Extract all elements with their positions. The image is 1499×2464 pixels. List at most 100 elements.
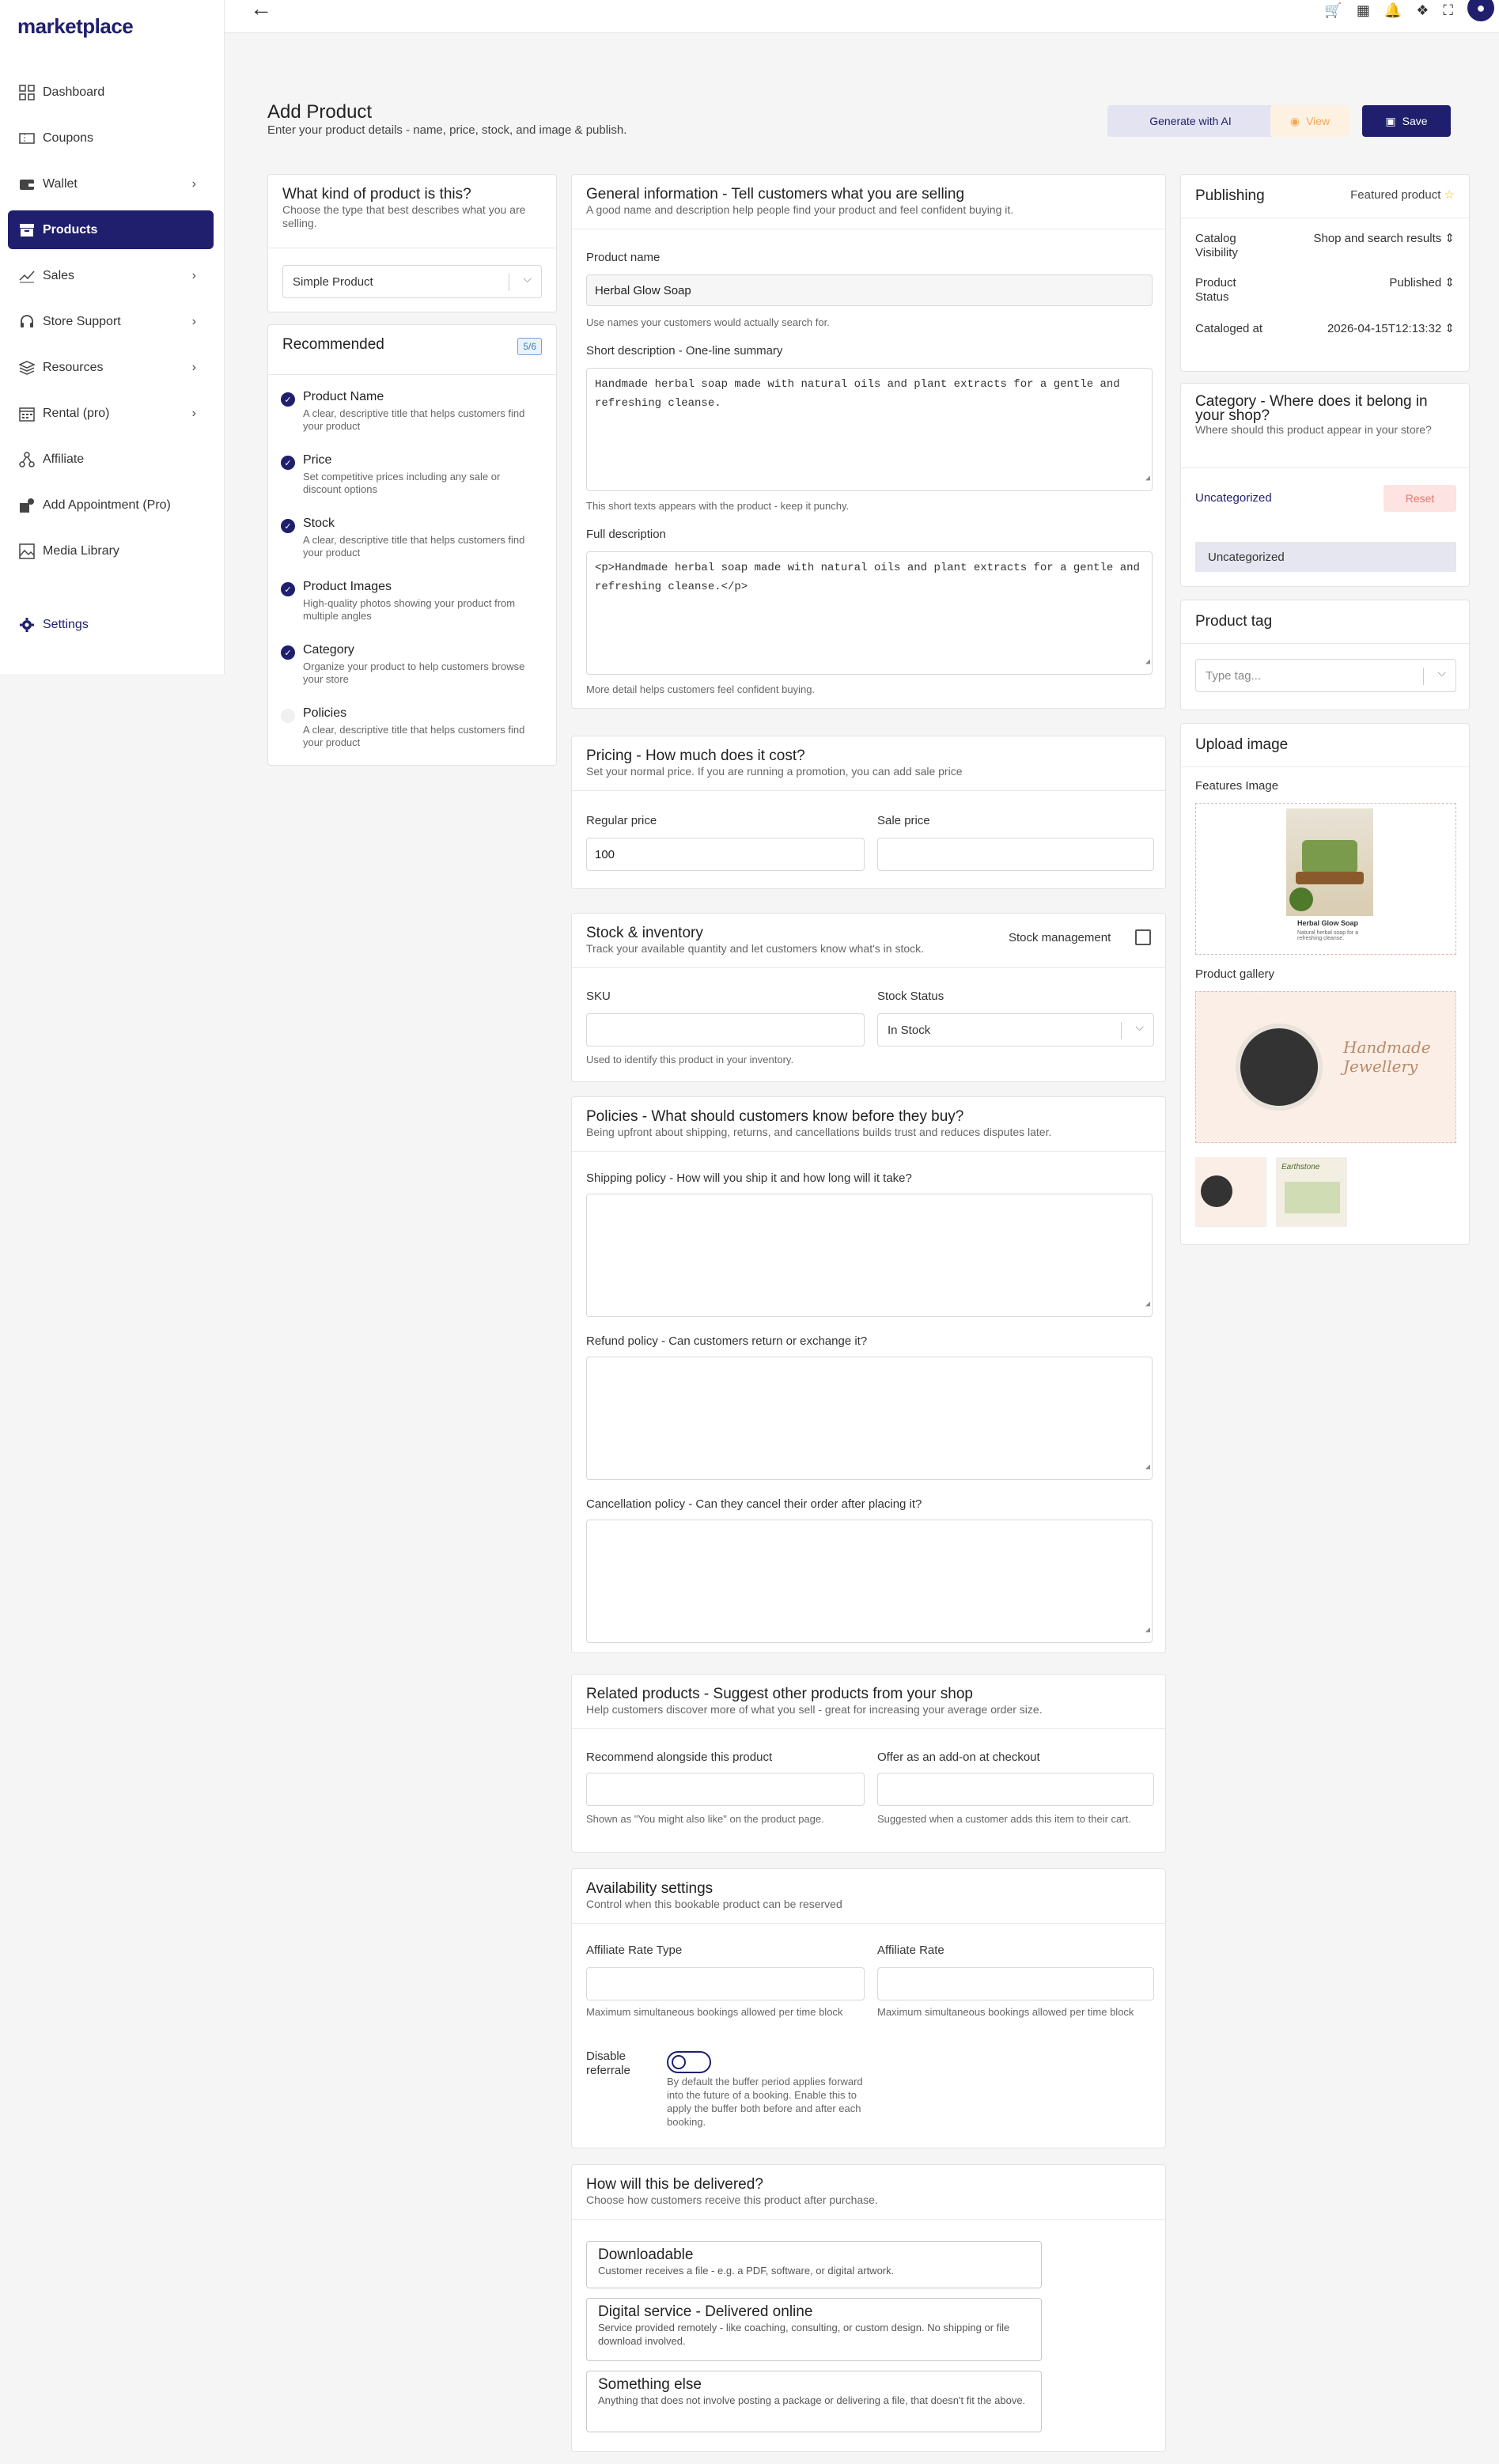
sidebar-item-affiliate[interactable]: Affiliate — [8, 440, 214, 479]
view-button[interactable]: ◉ View — [1270, 105, 1349, 137]
related-title: Related products - Suggest other product… — [586, 1686, 973, 1702]
delivery-option-digital-service[interactable]: Digital service - Delivered online Servic… — [586, 2298, 1042, 2361]
sku-label: SKU — [586, 990, 611, 1003]
check-circle-icon: ✓ — [281, 392, 295, 407]
calendar-icon — [17, 405, 36, 422]
sidebar-item-wallet[interactable]: Wallet › — [8, 165, 214, 203]
reset-button[interactable]: Reset — [1384, 485, 1456, 512]
sale-price-label: Sale price — [877, 814, 930, 827]
chevron-down-icon: ⌵ — [1437, 666, 1446, 679]
referral-toggle[interactable] — [667, 2051, 711, 2073]
cataloged-at-label: Cataloged at — [1195, 322, 1263, 335]
cancellation-policy-label: Cancellation policy - Can they cancel th… — [586, 1497, 922, 1511]
product-tag-title: Product tag — [1195, 613, 1273, 630]
delivery-option-downloadable[interactable]: Downloadable Customer receives a file - e… — [586, 2241, 1042, 2288]
recommend-label: Recommend alongside this product — [586, 1751, 773, 1764]
sidebar-item-label: Media Library — [43, 543, 119, 558]
eye-icon: ◉ — [1289, 114, 1300, 127]
star-icon: ☆ — [1444, 188, 1455, 202]
gallery-text: Handmade Jewellery — [1343, 1038, 1431, 1076]
checklist-title: Category — [303, 643, 354, 657]
short-description-textarea[interactable]: Handmade herbal soap made with natural o… — [586, 368, 1153, 491]
sidebar-item-dashboard[interactable]: Dashboard — [8, 73, 214, 112]
save-button[interactable]: ▣ Save — [1362, 105, 1451, 137]
checklist-title: Product Images — [303, 580, 392, 593]
resize-handle-icon[interactable]: ◢ — [1145, 1622, 1150, 1641]
stock-status-select[interactable]: In Stock ⌵ — [877, 1013, 1154, 1047]
sale-price-input[interactable] — [877, 838, 1154, 871]
checklist-desc: A clear, descriptive title that helps cu… — [303, 724, 525, 748]
app-logo[interactable]: marketplace — [17, 14, 134, 39]
resize-handle-icon[interactable]: ◢ — [1145, 470, 1150, 489]
stock-management-checkbox[interactable] — [1135, 929, 1151, 945]
regular-price-label: Regular price — [586, 814, 657, 827]
sku-input[interactable] — [586, 1013, 865, 1047]
sidebar-item-label: Store Support — [43, 314, 121, 328]
product-type-card: What kind of product is this? Choose the… — [267, 174, 557, 312]
product-status-value: Published ⇕ — [1389, 276, 1455, 290]
cataloged-at-row[interactable]: Cataloged at 2026-04-15T12:13:32 ⇕ — [1195, 322, 1455, 354]
stock-card: Stock & inventory Track your available q… — [571, 913, 1166, 1082]
avatar[interactable]: ● — [1467, 0, 1494, 21]
referral-hint: By default the buffer period applies for… — [667, 2076, 863, 2128]
shipping-policy-textarea[interactable]: ◢ — [586, 1194, 1153, 1317]
sidebar-item-rental[interactable]: Rental (pro) › — [8, 394, 214, 433]
gallery-thumbnail-2[interactable]: Earthstone — [1276, 1157, 1347, 1227]
delivery-option-something-else[interactable]: Something else Anything that does not inv… — [586, 2371, 1042, 2432]
sidebar-item-media-library[interactable]: Media Library — [8, 532, 214, 570]
cancellation-policy-textarea[interactable]: ◢ — [586, 1520, 1153, 1643]
selected-category[interactable]: Uncategorized — [1195, 542, 1456, 572]
resize-handle-icon[interactable]: ◢ — [1145, 653, 1150, 672]
delivery-card: How will this be delivered? Choose how c… — [571, 2164, 1166, 2452]
upload-image-card: Upload image Features Image Herbal Glow … — [1180, 723, 1470, 1245]
catalog-visibility-row[interactable]: Catalog Visibility Shop and search result… — [1195, 232, 1455, 263]
thumbnail-text: Earthstone — [1281, 1163, 1320, 1171]
resize-handle-icon[interactable]: ◢ — [1145, 1296, 1150, 1315]
recommend-input[interactable] — [586, 1773, 865, 1806]
regular-price-input[interactable]: 100 — [586, 838, 865, 871]
features-image-label: Features Image — [1195, 779, 1279, 793]
upload-image-title: Upload image — [1195, 736, 1289, 753]
tag-input[interactable]: Type tag... ⌵ — [1195, 659, 1456, 692]
sidebar-item-sales[interactable]: Sales › — [8, 256, 214, 295]
featured-product-toggle[interactable]: Featured product ☆ — [1350, 187, 1455, 202]
save-label: Save — [1402, 115, 1428, 127]
availability-desc: Control when this bookable product can b… — [586, 1898, 842, 1910]
sidebar-item-coupons[interactable]: Coupons — [8, 119, 214, 157]
rate-type-input[interactable] — [586, 1967, 865, 2000]
sidebar-item-products[interactable]: Products — [8, 210, 214, 249]
category-link[interactable]: Uncategorized — [1195, 491, 1272, 505]
top-actions: 🛒 ▦ 🔔 ❖ ⛶ ● — [1324, 0, 1494, 21]
category-title: Category - Where does it belong in your … — [1195, 393, 1428, 424]
resize-handle-icon[interactable]: ◢ — [1145, 1459, 1150, 1478]
puzzle-icon[interactable]: ❖ — [1416, 2, 1429, 19]
full-description-textarea[interactable]: <p>Handmade herbal soap made with natura… — [586, 551, 1153, 675]
generate-ai-button[interactable]: Generate with AI — [1107, 105, 1274, 137]
store-icon[interactable]: ▦ — [1357, 2, 1370, 19]
cart-icon[interactable]: 🛒 — [1324, 2, 1342, 19]
short-description-hint: This short texts appears with the produc… — [586, 500, 850, 512]
product-name-input[interactable]: Herbal Glow Soap — [586, 274, 1153, 306]
refund-policy-textarea[interactable]: ◢ — [586, 1357, 1153, 1480]
bell-icon[interactable]: 🔔 — [1384, 2, 1402, 19]
delivery-desc: Choose how customers receive this produc… — [586, 2193, 878, 2206]
refund-policy-label: Refund policy - Can customers return or … — [586, 1334, 868, 1348]
back-arrow-icon[interactable]: ← — [250, 0, 272, 20]
sidebar-item-settings[interactable]: Settings — [8, 605, 214, 644]
chevron-right-icon: › — [191, 406, 196, 420]
gallery-main-image[interactable]: Handmade Jewellery — [1195, 991, 1456, 1143]
cataloged-at-value: 2026-04-15T12:13:32 ⇕ — [1327, 322, 1455, 335]
product-status-row[interactable]: Product Status Published ⇕ — [1195, 276, 1455, 308]
addon-input[interactable] — [877, 1773, 1154, 1806]
feature-image-dropzone[interactable]: Herbal Glow Soap Natural herbal soap for… — [1195, 803, 1456, 955]
stock-status-label: Stock Status — [877, 990, 944, 1003]
fullscreen-icon[interactable]: ⛶ — [1443, 2, 1453, 19]
rate-input[interactable] — [877, 1967, 1154, 2000]
sidebar-item-resources[interactable]: Resources › — [8, 348, 214, 387]
sidebar-item-store-support[interactable]: Store Support › — [8, 302, 214, 341]
floppy-icon: ▣ — [1385, 114, 1396, 127]
sidebar-item-add-appointment[interactable]: Add Appointment (Pro) — [8, 486, 214, 524]
product-type-select[interactable]: Simple Product ⌵ — [282, 265, 542, 298]
sku-hint: Used to identify this product in your in… — [586, 1054, 794, 1065]
gallery-thumbnail-1[interactable] — [1195, 1157, 1266, 1227]
